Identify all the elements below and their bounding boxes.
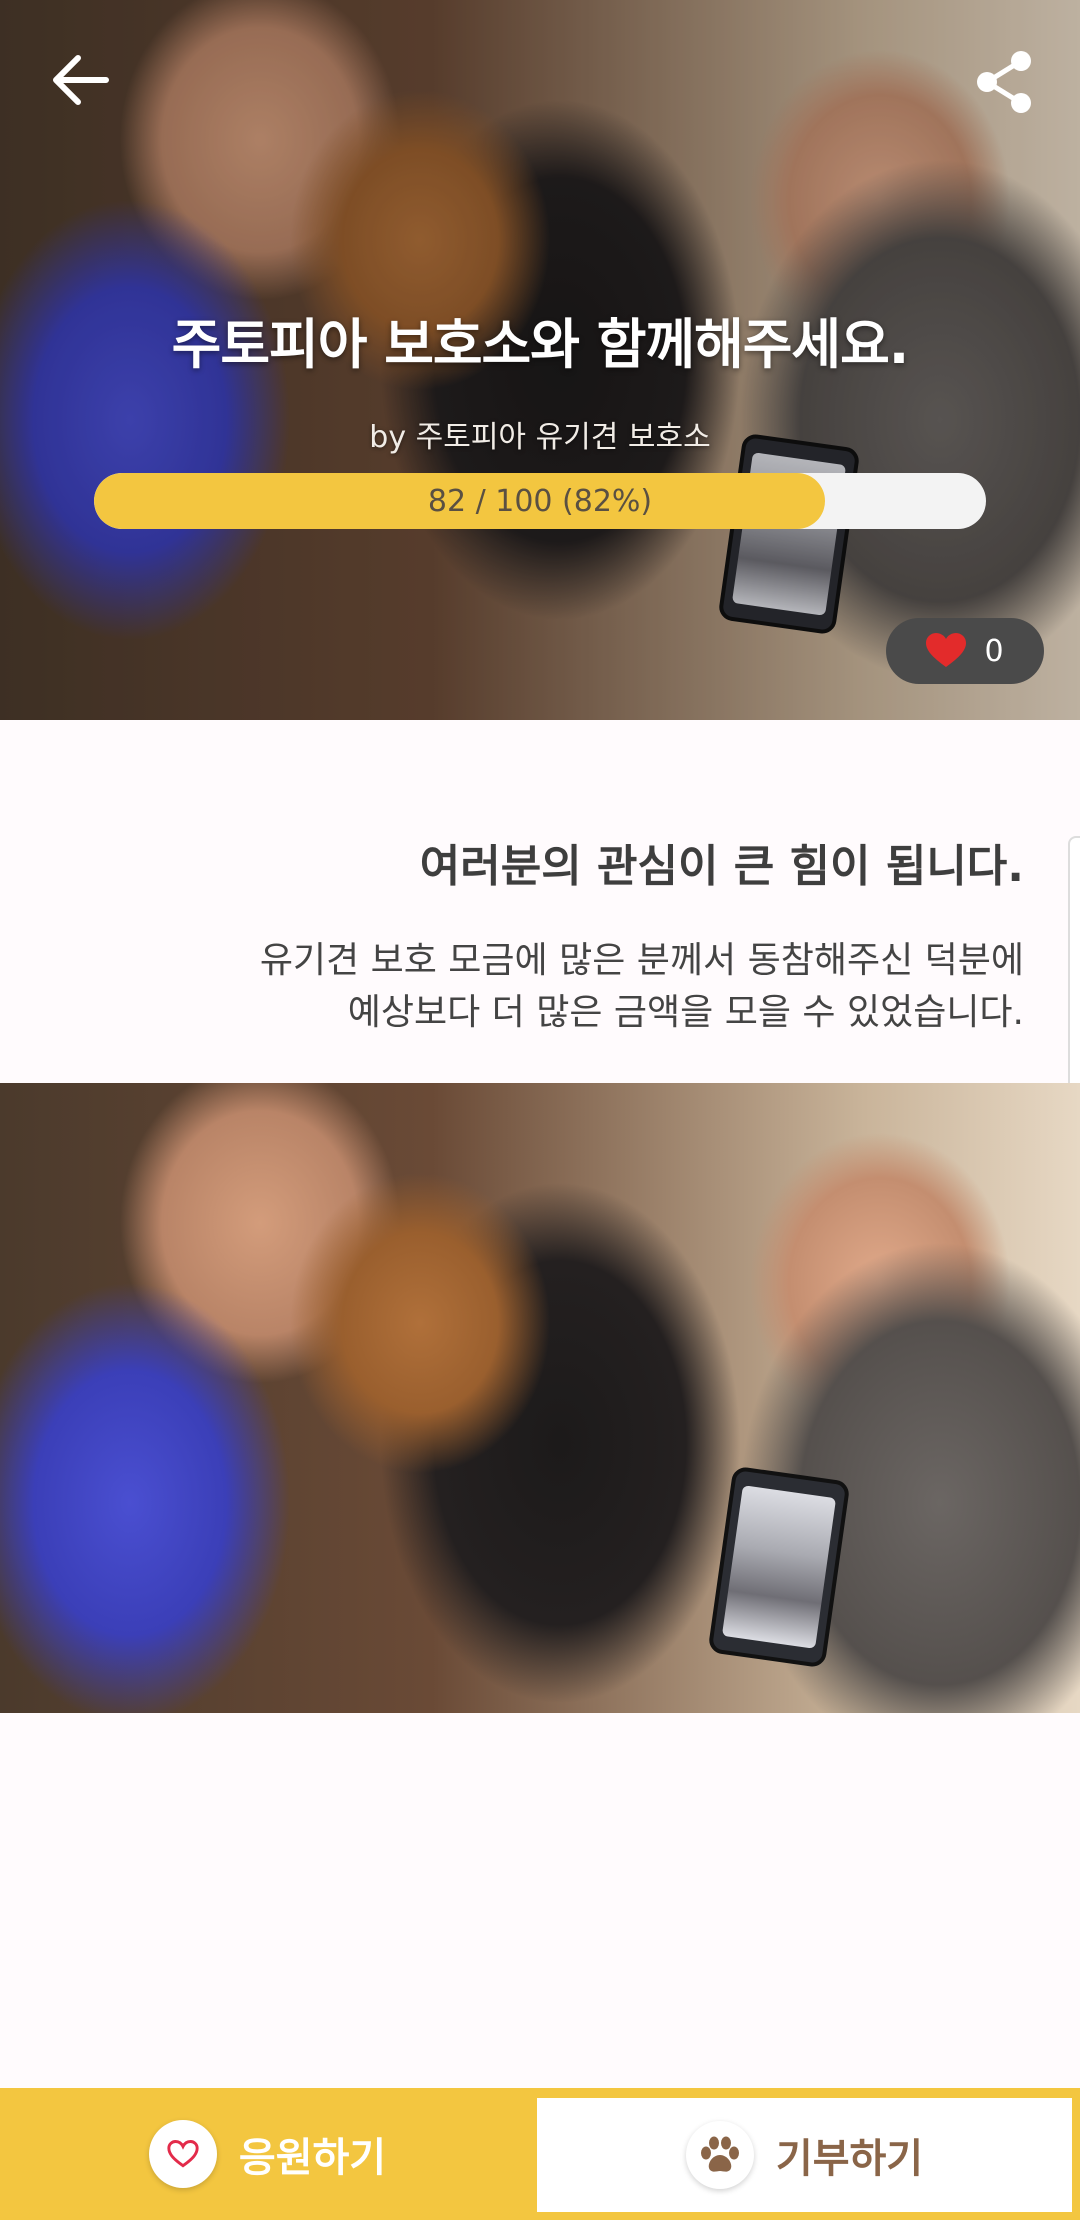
donate-button[interactable]: 기부하기 [535, 2096, 1074, 2214]
share-icon [977, 51, 1031, 113]
support-button[interactable]: 응원하기 [0, 2088, 535, 2220]
support-icon-circle [148, 2120, 217, 2188]
like-count: 0 [984, 633, 1004, 669]
body-line: 유기견 보호 모금에 많은 분께서 동참해주신 덕분에 [259, 940, 1024, 981]
section-headline: 여러분의 관심이 큰 힘이 됩니다. [419, 841, 1024, 892]
heart-icon [926, 633, 967, 667]
campaign-byline: by 주토피아 유기견 보호소 [369, 420, 711, 455]
funding-progress-bar: 82 / 100 (82%) [94, 473, 986, 529]
body-line: 예상보다 더 많은 금액을 모을 수 있었습니다. [347, 992, 1024, 1033]
back-button[interactable] [40, 40, 120, 120]
support-label: 응원하기 [238, 2135, 387, 2181]
donate-icon-circle [685, 2121, 754, 2189]
paw-icon [700, 2136, 739, 2172]
progress-label: 82 / 100 (82%) [427, 483, 653, 519]
share-button[interactable] [968, 46, 1040, 118]
donate-label: 기부하기 [775, 2136, 924, 2182]
bottom-action-bar: 응원하기 기부하기 [0, 2088, 1080, 2220]
like-button[interactable]: 0 [886, 618, 1044, 684]
campaign-title: 주토피아 보호소와 함께해주세요. [171, 313, 910, 376]
section-body: 유기견 보호 모금에 많은 분께서 동참해주신 덕분에 예상보다 더 많은 금액… [260, 935, 1024, 1039]
back-arrow-icon [53, 55, 109, 105]
content-photo [0, 1083, 1080, 1713]
heart-outline-icon [167, 2140, 199, 2168]
